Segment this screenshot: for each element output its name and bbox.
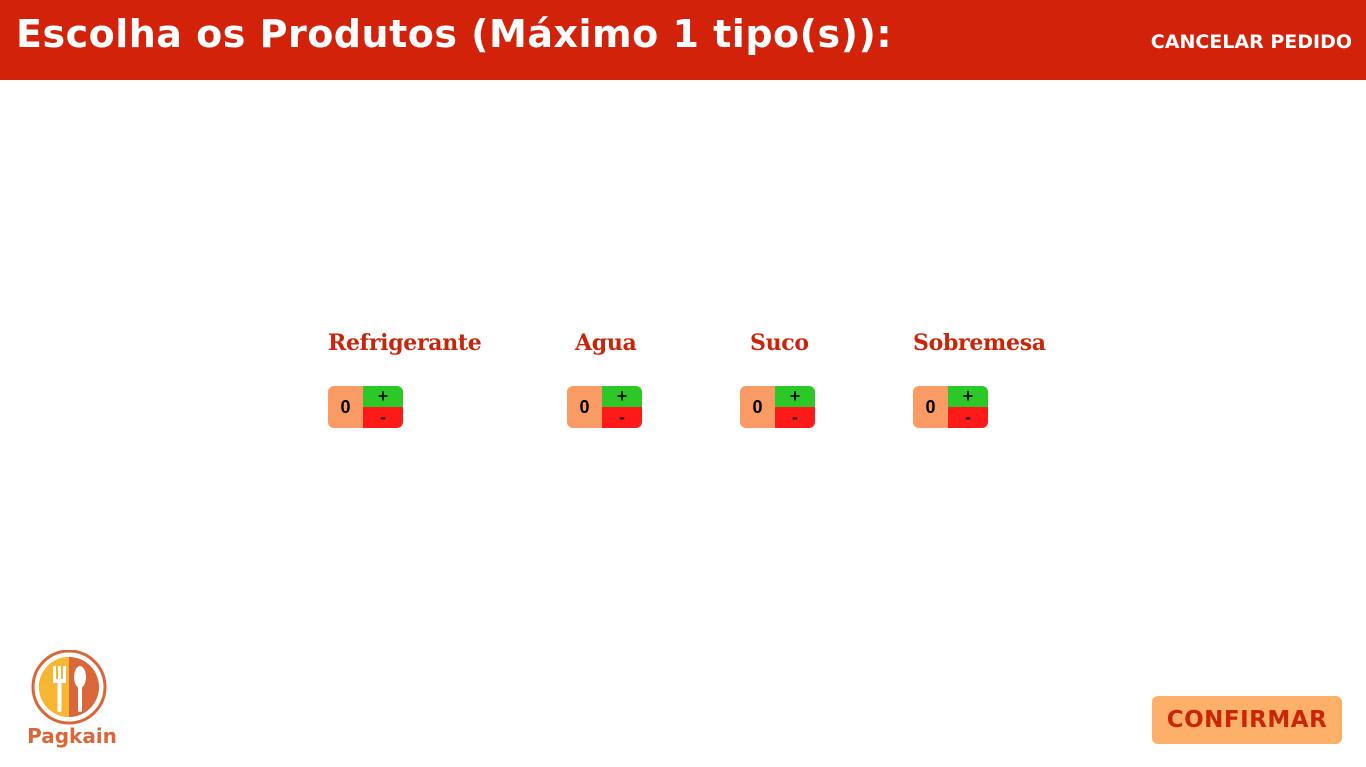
quantity-stepper: 0 + - xyxy=(567,386,642,428)
product-suco: Suco 0 + - xyxy=(740,330,815,428)
product-name: Agua xyxy=(575,330,637,356)
decrement-button[interactable]: - xyxy=(948,407,988,428)
logo-text: Pagkain xyxy=(27,724,117,748)
decrement-button[interactable]: - xyxy=(363,407,403,428)
quantity-stepper: 0 + - xyxy=(740,386,815,428)
product-sobremesa: Sobremesa 0 + - xyxy=(913,330,1046,428)
product-name: Refrigerante xyxy=(328,330,482,356)
increment-button[interactable]: + xyxy=(363,386,403,407)
quantity-stepper: 0 + - xyxy=(913,386,988,428)
page-title: Escolha os Produtos (Máximo 1 tipo(s)): xyxy=(16,12,893,56)
quantity-value: 0 xyxy=(913,386,948,428)
header-bar: Escolha os Produtos (Máximo 1 tipo(s)): … xyxy=(0,0,1366,80)
quantity-value: 0 xyxy=(567,386,602,428)
increment-button[interactable]: + xyxy=(948,386,988,407)
increment-button[interactable]: + xyxy=(775,386,815,407)
quantity-value: 0 xyxy=(328,386,363,428)
quantity-stepper: 0 + - xyxy=(328,386,403,428)
cutlery-logo-icon xyxy=(31,649,107,725)
product-agua: Agua 0 + - xyxy=(567,330,642,428)
confirm-button[interactable]: CONFIRMAR xyxy=(1152,696,1342,744)
product-refrigerante: Refrigerante 0 + - xyxy=(328,330,482,428)
product-name: Sobremesa xyxy=(913,330,1046,356)
increment-button[interactable]: + xyxy=(602,386,642,407)
decrement-button[interactable]: - xyxy=(775,407,815,428)
cancel-order-button[interactable]: CANCELAR PEDIDO xyxy=(1151,31,1352,53)
quantity-value: 0 xyxy=(740,386,775,428)
pagkain-logo: Pagkain xyxy=(20,649,124,752)
product-name: Suco xyxy=(750,330,809,356)
decrement-button[interactable]: - xyxy=(602,407,642,428)
